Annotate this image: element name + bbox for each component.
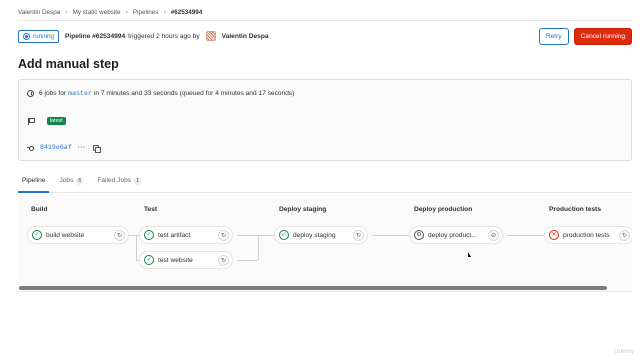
- breadcrumb-separator: ›: [163, 8, 166, 16]
- avatar[interactable]: [205, 31, 216, 41]
- connector: [136, 235, 137, 260]
- tab-pipeline[interactable]: Pipeline: [18, 172, 50, 193]
- breadcrumb-project[interactable]: My static website: [73, 9, 121, 16]
- commit-icon: [27, 144, 34, 151]
- connector: [372, 235, 413, 236]
- breadcrumb-separator: ›: [125, 8, 128, 16]
- job-test-artifact[interactable]: ✓ test artifact ↻: [139, 226, 233, 244]
- expand-commit-button[interactable]: ···: [78, 144, 86, 151]
- retry-button[interactable]: Retry: [538, 27, 569, 45]
- retry-icon[interactable]: ↻: [218, 255, 229, 266]
- scrollbar-thumb[interactable]: [19, 286, 607, 290]
- branch-link[interactable]: master: [68, 90, 92, 97]
- stage-title-test: Test: [144, 206, 158, 213]
- tab-count-badge: 1: [134, 177, 142, 185]
- job-deploy-production[interactable]: ⚙ deploy product... ⊘: [409, 226, 503, 244]
- horizontal-scrollbar[interactable]: [18, 285, 632, 290]
- flag-icon: [27, 117, 35, 125]
- tab-jobs[interactable]: Jobs 6: [55, 172, 87, 193]
- success-icon: ✓: [279, 230, 289, 240]
- job-deploy-staging[interactable]: ✓ deploy staging ↻: [274, 226, 368, 244]
- manual-icon: ⚙: [414, 230, 424, 240]
- pipeline-tabs: Pipeline Jobs 6 Failed Jobs 1: [18, 172, 632, 193]
- stage-title-deploy-production: Deploy production: [414, 206, 473, 213]
- user-name[interactable]: Valentin Despa: [222, 33, 269, 40]
- breadcrumb: Valentin Despa › My static website › Pip…: [18, 7, 202, 17]
- breadcrumb-current[interactable]: #62534994: [171, 9, 203, 16]
- retry-icon[interactable]: ↻: [114, 230, 125, 241]
- job-name: test artifact: [158, 231, 191, 239]
- job-production-tests[interactable]: ✕ production tests ↻: [544, 226, 632, 244]
- pipeline-duration-row: 6 jobs for master in 7 minutes and 33 se…: [27, 90, 294, 97]
- duration-text: in 7 minutes and 33 seconds (queued for …: [93, 90, 295, 97]
- pipeline-badges-row: latest: [27, 117, 66, 125]
- running-icon: [23, 32, 30, 40]
- pipeline-header: running Pipeline #62534994 triggered 2 h…: [18, 27, 632, 45]
- status-badge[interactable]: running: [18, 29, 60, 43]
- failed-icon: ✕: [549, 230, 559, 240]
- tab-count-badge: 6: [76, 177, 84, 185]
- header-actions: Retry Cancel running: [538, 27, 632, 45]
- cancel-icon[interactable]: ⊘: [488, 230, 499, 241]
- commit-sha-link[interactable]: 8419e6af: [40, 144, 72, 151]
- breadcrumb-user[interactable]: Valentin Despa: [18, 9, 60, 16]
- pipeline-info-box: 6 jobs for master in 7 minutes and 33 se…: [18, 79, 632, 161]
- job-name: production tests: [563, 231, 610, 239]
- breadcrumb-pipelines[interactable]: Pipelines: [133, 9, 159, 16]
- clock-icon: [27, 90, 34, 97]
- page-title: Add manual step: [18, 57, 119, 71]
- commit-row: 8419e6af ···: [27, 144, 101, 153]
- status-label: running: [33, 32, 55, 40]
- stage-title-production-tests: Production tests: [549, 206, 602, 213]
- retry-icon[interactable]: ↻: [619, 230, 630, 241]
- job-name: deploy staging: [293, 231, 336, 239]
- job-build-website[interactable]: ✓ build website ↻: [27, 226, 129, 244]
- success-icon: ✓: [32, 230, 42, 240]
- success-icon: ✓: [144, 230, 154, 240]
- tab-label: Failed Jobs: [97, 177, 132, 184]
- success-icon: ✓: [144, 255, 154, 265]
- tab-failed-jobs[interactable]: Failed Jobs 1: [93, 172, 145, 193]
- job-name: test website: [158, 256, 193, 264]
- latest-badge: latest: [47, 117, 66, 125]
- retry-icon[interactable]: ↻: [218, 230, 229, 241]
- pipeline-summary: Pipeline #62534994 triggered 2 hours ago…: [65, 31, 269, 41]
- tab-label: Pipeline: [22, 177, 46, 184]
- tab-label: Jobs: [59, 177, 74, 184]
- job-test-website[interactable]: ✓ test website ↻: [139, 251, 233, 269]
- jobs-count-text: 6 jobs for: [39, 90, 67, 97]
- stage-title-deploy-staging: Deploy staging: [279, 206, 327, 213]
- job-name: deploy product...: [428, 231, 477, 239]
- connector: [507, 235, 548, 236]
- pipeline-graph: Build ✓ build website ↻ Test ✓ test arti…: [18, 194, 632, 292]
- connector: [258, 235, 259, 260]
- triggered-text: triggered 2 hours ago by: [128, 32, 200, 40]
- retry-icon[interactable]: ↻: [353, 230, 364, 241]
- mouse-cursor-icon: [468, 252, 471, 257]
- copy-icon[interactable]: [92, 144, 101, 153]
- stage-title-build: Build: [31, 206, 48, 213]
- pipeline-id: Pipeline #62534994: [65, 32, 126, 40]
- job-name: build website: [46, 231, 85, 239]
- watermark: Udemy: [614, 348, 634, 355]
- divider: [18, 20, 632, 21]
- breadcrumb-separator: ›: [65, 8, 68, 16]
- cancel-running-button[interactable]: Cancel running: [573, 27, 632, 45]
- connector: [237, 260, 258, 261]
